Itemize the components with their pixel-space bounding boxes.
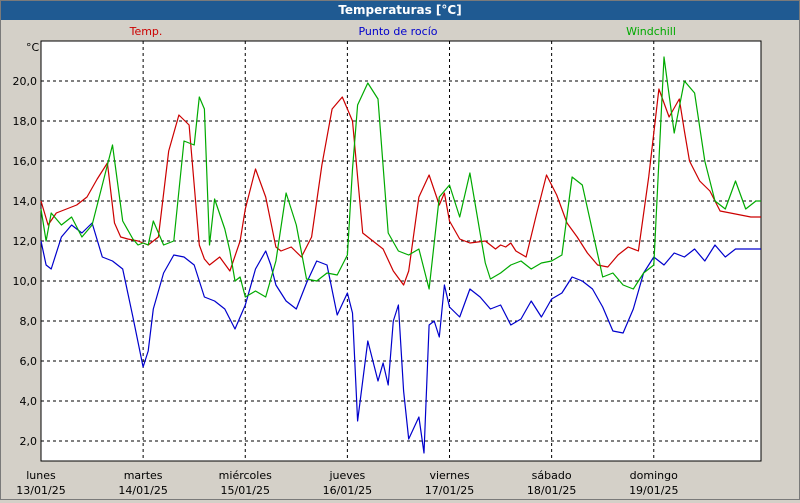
temperature-chart: 2,0 4,0 6,0 8,0 10,0 12,0 14,0 16,0 18,0 20,0 °C lu… xyxy=(13,25,762,497)
y-tick-label: 12,0 xyxy=(13,235,38,248)
legend-entry: Windchill xyxy=(626,25,676,38)
x-tick-date: 15/01/25 xyxy=(221,484,270,497)
y-tick-label: 8,0 xyxy=(20,315,38,328)
y-tick-label: 2,0 xyxy=(20,435,38,448)
y-tick-label: 16,0 xyxy=(13,155,38,168)
y-axis-label: °C xyxy=(26,41,40,54)
x-tick-weekday: martes xyxy=(124,469,163,482)
x-tick-weekday: jueves xyxy=(328,469,365,482)
x-tick-weekday: miércoles xyxy=(219,469,272,482)
chart-window: Temperaturas [°C] 2,0 4,0 6,0 8,0 10,0 12,0 14… xyxy=(0,0,800,500)
chart-area: 2,0 4,0 6,0 8,0 10,0 12,0 14,0 16,0 18,0 20,0 °C lu… xyxy=(1,21,799,499)
x-tick-weekday: lunes xyxy=(26,469,56,482)
window-title: Temperaturas [°C] xyxy=(1,1,799,20)
legend-entry: Temp. xyxy=(129,25,163,38)
y-tick-label: 4,0 xyxy=(20,395,38,408)
y-tick-label: 14,0 xyxy=(13,195,38,208)
x-tick-date: 19/01/25 xyxy=(629,484,678,497)
x-tick-weekday: sábado xyxy=(532,469,572,482)
x-tick-date: 18/01/25 xyxy=(527,484,576,497)
y-tick-label: 20,0 xyxy=(13,75,38,88)
x-tick-weekday: domingo xyxy=(630,469,678,482)
y-tick-label: 6,0 xyxy=(20,355,38,368)
x-tick-date: 17/01/25 xyxy=(425,484,474,497)
x-tick-date: 13/01/25 xyxy=(16,484,65,497)
x-tick-date: 16/01/25 xyxy=(323,484,372,497)
legend-entry: Punto de rocío xyxy=(358,25,437,38)
x-tick-date: 14/01/25 xyxy=(118,484,167,497)
x-tick-weekday: viernes xyxy=(429,469,469,482)
plot-background xyxy=(40,40,762,462)
y-tick-label: 10,0 xyxy=(13,275,38,288)
y-tick-label: 18,0 xyxy=(13,115,38,128)
